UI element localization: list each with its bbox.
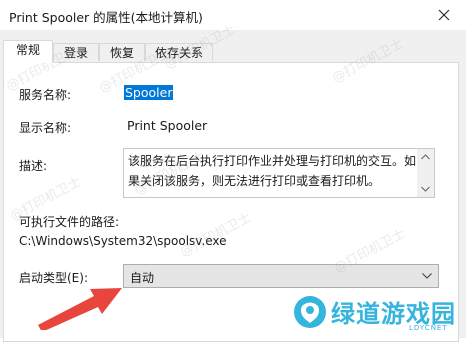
tab-logon[interactable]: 登录 <box>53 43 99 61</box>
scroll-up-icon[interactable] <box>421 154 430 160</box>
tab-recovery[interactable]: 恢复 <box>99 43 145 61</box>
tab-general[interactable]: 常规 <box>3 40 53 63</box>
arrow-annotation <box>38 288 122 330</box>
scroll-down-icon[interactable] <box>421 186 430 192</box>
window-title: Print Spooler 的属性(本地计算机) <box>9 10 203 25</box>
service-name-text: Spooler <box>124 85 174 100</box>
display-name-value[interactable]: Print Spooler <box>127 118 207 133</box>
display-name-label: 显示名称: <box>19 121 72 135</box>
title-bar: Print Spooler 的属性(本地计算机) <box>0 0 466 30</box>
service-name-value[interactable]: Spooler <box>124 85 174 100</box>
tab-dependencies[interactable]: 依存关系 <box>145 43 213 61</box>
exe-path-value: C:\Windows\System32\spoolsv.exe <box>19 234 227 248</box>
exe-path-label: 可执行文件的路径: <box>19 215 120 229</box>
startup-type-select[interactable]: 自动 <box>123 264 439 288</box>
description-label: 描述: <box>19 159 48 173</box>
service-name-label: 服务名称: <box>19 88 72 102</box>
chevron-down-icon <box>422 273 432 279</box>
description-scrollbar[interactable] <box>417 149 434 197</box>
description-text: 该服务在后台执行打印作业并处理与打印机的交互。如果关闭该服务，则无法进行打印或查… <box>128 154 417 188</box>
description-box[interactable]: 该服务在后台执行打印作业并处理与打印机的交互。如果关闭该服务，则无法进行打印或查… <box>123 148 435 198</box>
close-button[interactable] <box>422 0 466 30</box>
startup-type-value: 自动 <box>130 271 155 285</box>
close-icon <box>438 9 450 21</box>
